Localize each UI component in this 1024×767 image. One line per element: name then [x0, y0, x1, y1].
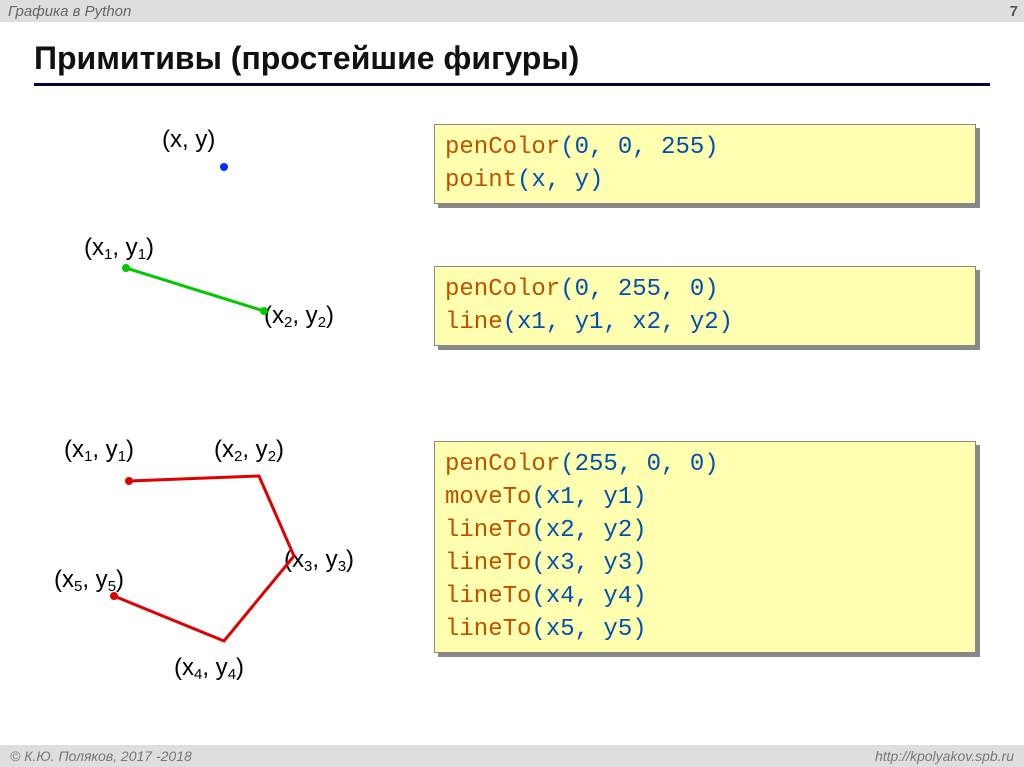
code-args: (255, 0, 0): [560, 451, 718, 478]
code-block-line: penColor(0, 255, 0) line(x1, y1, x2, y2): [434, 266, 976, 346]
code-args: (x3, y3): [531, 550, 646, 577]
polyline-icon: [74, 456, 354, 666]
footer-copyright: © К.Ю. Поляков, 2017 -2018: [10, 748, 192, 764]
code-args: (x2, y2): [531, 517, 646, 544]
footer-bar: © К.Ю. Поляков, 2017 -2018 http://kpolya…: [0, 745, 1024, 767]
code-block-polyline: penColor(255, 0, 0) moveTo(x1, y1) lineT…: [434, 441, 976, 653]
code-fn: moveTo: [445, 484, 531, 511]
code-fn: penColor: [445, 276, 560, 303]
point-icon: [219, 162, 229, 172]
code-args: (x1, y1): [531, 484, 646, 511]
code-args: (0, 255, 0): [560, 276, 718, 303]
header-bar: Графика в Python 7: [0, 0, 1024, 22]
code-block-point: penColor(0, 0, 255) point(x, y): [434, 124, 976, 204]
footer-url: http://kpolyakov.spb.ru: [875, 748, 1014, 764]
code-args: (x1, y1, x2, y2): [503, 309, 733, 336]
code-fn: lineTo: [445, 583, 531, 610]
code-fn: penColor: [445, 451, 560, 478]
code-args: (0, 0, 255): [560, 134, 718, 161]
code-args: (x4, y4): [531, 583, 646, 610]
code-fn: point: [445, 167, 517, 194]
header-title: Графика в Python: [8, 3, 131, 20]
code-fn: lineTo: [445, 517, 531, 544]
line-icon: [114, 256, 284, 326]
page-number: 7: [1010, 3, 1018, 20]
code-fn: lineTo: [445, 550, 531, 577]
code-fn: line: [445, 309, 503, 336]
label-xy: (x, y): [162, 126, 215, 154]
code-fn: lineTo: [445, 616, 531, 643]
code-args: (x5, y5): [531, 616, 646, 643]
code-fn: penColor: [445, 134, 560, 161]
page-title: Примитивы (простейшие фигуры): [34, 40, 990, 86]
code-args: (x, y): [517, 167, 603, 194]
slide-content: (x, y) penColor(0, 0, 255) point(x, y) (…: [34, 86, 990, 726]
